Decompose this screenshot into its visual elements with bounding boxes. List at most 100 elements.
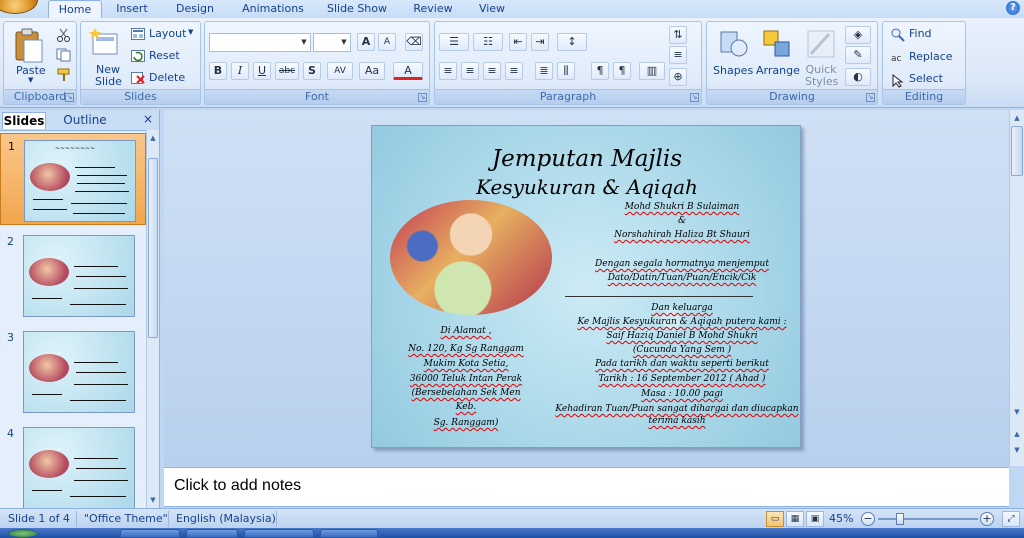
quick-styles-button[interactable] [805,28,837,60]
select-button[interactable]: Select [909,72,943,85]
format-painter-icon[interactable] [56,68,72,82]
layout-button[interactable]: Layout [149,27,186,40]
underline-button[interactable]: U [253,62,271,80]
language-indicator[interactable]: English (Malaysia) [176,512,276,525]
thumbnail-scrollbar[interactable]: ▲ ▼ [146,130,159,510]
notes-pane[interactable]: Click to add notes [164,467,1009,507]
previous-slide-icon[interactable]: ▲ [1012,428,1022,440]
taskbar-item[interactable] [244,529,314,538]
scroll-up-icon[interactable]: ▲ [1012,112,1022,124]
scroll-thumb[interactable] [1011,126,1023,176]
smartart-icon[interactable]: ⊕ [669,68,687,86]
justify-icon[interactable]: ≡ [505,62,523,80]
scroll-down-icon[interactable]: ▼ [1012,406,1022,418]
font-size-combo[interactable]: ▼ [313,33,351,52]
tab-view[interactable]: View [472,0,512,18]
rtl-icon[interactable]: ¶ [613,62,631,80]
grow-font-button[interactable]: A [357,33,375,51]
shape-effects-icon[interactable]: ◐ [845,68,871,86]
slide-thumbnail-3[interactable]: 3 [0,325,146,417]
scroll-up-icon[interactable]: ▲ [148,132,158,144]
tab-review[interactable]: Review [408,0,458,18]
bullets-icon[interactable]: ☰ [439,33,469,51]
paragraph-launcher-icon[interactable]: ↘ [690,93,699,102]
chevron-down-icon[interactable]: ▼ [298,34,310,51]
layout-dropdown-icon[interactable]: ▼ [188,28,193,36]
close-icon[interactable]: × [143,112,153,126]
tab-animations[interactable]: Animations [236,0,310,18]
chevron-down-icon[interactable]: ▼ [338,34,350,51]
scroll-down-icon[interactable]: ▼ [148,494,158,506]
replace-button[interactable]: Replace [909,50,953,63]
font-launcher-icon[interactable]: ↘ [418,93,427,102]
shapes-button[interactable] [717,28,749,60]
align-text-icon[interactable]: ≡ [669,46,687,64]
office-button[interactable] [0,0,38,14]
increase-indent-icon[interactable]: ⇥ [531,33,549,51]
zoom-out-icon[interactable]: − [861,512,875,526]
shadow-button[interactable]: S [303,62,321,80]
reset-icon[interactable] [131,50,145,62]
fit-to-window-icon[interactable]: ⤢ [1002,511,1020,527]
start-button[interactable] [8,529,38,538]
column-layout-icon[interactable]: ▥ [639,62,665,80]
tab-outline[interactable]: Outline [58,112,112,129]
strikethrough-button[interactable]: abc [275,62,299,80]
delete-icon[interactable] [131,72,145,84]
slide-sorter-icon[interactable]: ▦ [786,511,804,527]
zoom-slider-handle[interactable] [896,513,904,525]
baby-photo[interactable] [390,200,552,315]
slide-thumbnail-1[interactable]: 1 ~~~~~~~~ [0,133,146,225]
shrink-font-button[interactable]: A [378,33,396,51]
numbering-icon[interactable]: ☷ [473,33,503,51]
drawing-launcher-icon[interactable]: ↘ [866,93,875,102]
slide-subtitle[interactable]: Kesyukuran & Aqiqah [372,175,800,199]
slide-show-icon[interactable]: ▣ [806,511,824,527]
help-icon[interactable]: ? [1006,1,1020,15]
normal-view-icon[interactable]: ▭ [766,511,784,527]
paste-dropdown-icon[interactable]: ▼ [28,76,33,84]
arrange-button[interactable] [761,28,793,60]
font-color-button[interactable]: A [393,62,423,80]
tab-slide-show[interactable]: Slide Show [322,0,392,18]
find-button[interactable]: Find [909,27,932,40]
distributed-icon[interactable]: ≣ [535,62,553,80]
text-direction-icon[interactable]: ⇅ [669,26,687,44]
align-right-icon[interactable]: ≡ [483,62,501,80]
replace-icon[interactable]: ac [891,51,905,65]
align-left-icon[interactable]: ≡ [439,62,457,80]
find-icon[interactable] [891,28,905,42]
tab-insert[interactable]: Insert [108,0,156,18]
line-spacing-icon[interactable]: ↕ [557,33,587,51]
slide-scrollbar[interactable]: ▲ ▼ ▲ ▼ [1009,110,1024,466]
taskbar-item[interactable] [320,529,378,538]
theme-name[interactable]: "Office Theme" [84,512,168,525]
notes-placeholder[interactable]: Click to add notes [174,477,301,495]
next-slide-icon[interactable]: ▼ [1012,444,1022,456]
zoom-slider-track[interactable] [878,518,978,520]
copy-icon[interactable] [56,48,72,62]
shape-outline-icon[interactable]: ✎ [845,46,871,64]
slide-thumbnail-2[interactable]: 2 [0,229,146,321]
ltr-icon[interactable]: ¶ [591,62,609,80]
select-icon[interactable] [892,73,904,88]
clipboard-launcher-icon[interactable]: ↘ [65,93,74,102]
layout-icon[interactable] [131,28,145,40]
shape-fill-icon[interactable]: ◈ [845,26,871,44]
character-spacing-button[interactable]: AV [327,62,353,80]
scroll-thumb[interactable] [148,158,158,338]
decrease-indent-icon[interactable]: ⇤ [509,33,527,51]
font-name-combo[interactable]: ▼ [209,33,311,52]
zoom-level[interactable]: 45% [829,512,853,525]
new-slide-button[interactable] [89,28,119,60]
taskbar-item[interactable] [120,529,180,538]
tab-design[interactable]: Design [170,0,220,18]
tab-slides[interactable]: Slides [2,112,46,129]
reset-button[interactable]: Reset [149,49,180,62]
bold-button[interactable]: B [209,62,227,80]
taskbar-item[interactable] [186,529,238,538]
current-slide[interactable]: Jemputan Majlis Kesyukuran & Aqiqah Mohd… [371,125,801,448]
zoom-in-icon[interactable]: + [980,512,994,526]
align-center-icon[interactable]: ≡ [461,62,479,80]
change-case-button[interactable]: Aa [359,62,385,80]
